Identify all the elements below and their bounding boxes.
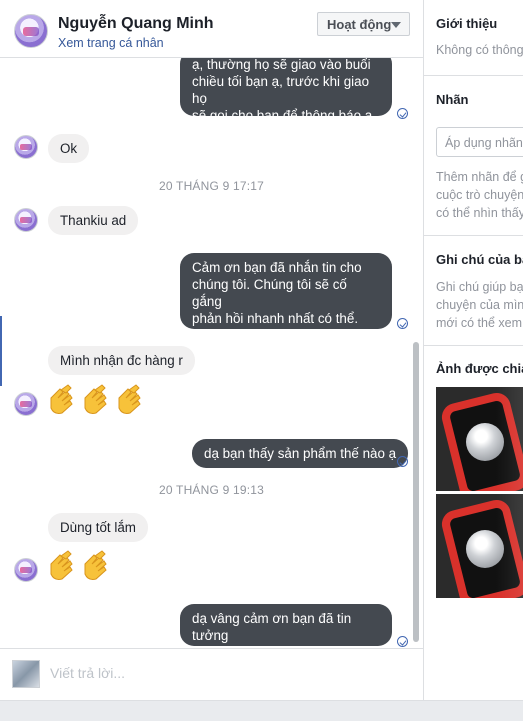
contact-name[interactable]: Nguyễn Quang Minh (58, 15, 214, 33)
intro-title: Giới thiệu (436, 16, 498, 31)
clapping-hands-emoji-icon (48, 384, 150, 416)
intro-section: Giới thiệu Không có thông (424, 0, 523, 76)
incoming-message[interactable]: Thankiu ad (48, 206, 139, 235)
clapping-hands-emoji-icon (48, 550, 116, 582)
contact-avatar-small[interactable] (14, 558, 38, 582)
shared-photo[interactable] (436, 387, 523, 491)
page-avatar (12, 660, 40, 688)
outgoing-message[interactable]: ạ, thường họ sẽ giao vào buổi chiều tối … (180, 58, 392, 123)
view-profile-link[interactable]: Xem trang cá nhân (58, 36, 164, 50)
conversation-panel: Nguyễn Quang Minh Xem trang cá nhân Hoạt… (0, 0, 423, 721)
intro-text: Không có thông (436, 43, 523, 57)
outgoing-message[interactable]: dạ vâng cảm ơn bạn đã tin tưởng và ủng h… (180, 604, 392, 648)
message-list[interactable]: ạ, thường họ sẽ giao vào buổi chiều tối … (0, 58, 423, 648)
outgoing-message[interactable]: dạ bạn thấy sản phẩm thế nào ạ (192, 439, 409, 468)
incoming-message[interactable]: Dùng tốt lắm (48, 513, 148, 542)
seen-check-icon (397, 108, 408, 119)
incoming-message[interactable]: Ok (48, 134, 90, 163)
incoming-message[interactable]: Mình nhận đc hàng r (48, 346, 195, 375)
shared-photos-title: Ảnh được chia s (436, 361, 523, 376)
contact-info-panel: Giới thiệu Không có thông Nhãn Thêm nhãn… (423, 0, 523, 700)
contact-avatar-small[interactable] (14, 392, 38, 416)
message-timestamp: 20 THÁNG 9 19:13 (158, 483, 265, 497)
message-timestamp: 20 THÁNG 9 17:17 (158, 179, 265, 193)
selection-indicator (0, 316, 2, 386)
contact-avatar-small[interactable] (14, 135, 38, 159)
status-dropdown[interactable]: Hoạt động (317, 12, 410, 36)
chevron-down-icon (391, 22, 401, 28)
notes-section: Ghi chú của bạn Ghi chú giúp bạn chuyện … (424, 236, 523, 346)
window-bottom-bar (0, 700, 523, 721)
notes-title: Ghi chú của bạn (436, 252, 523, 267)
status-dropdown-label: Hoạt động (327, 17, 392, 32)
seen-check-icon (397, 456, 408, 467)
reply-input[interactable]: Viết trả lời... (50, 665, 125, 681)
contact-avatar[interactable] (14, 14, 48, 48)
message-scrollbar[interactable] (413, 342, 419, 642)
conversation-header: Nguyễn Quang Minh Xem trang cá nhân Hoạt… (0, 0, 423, 58)
reply-composer[interactable]: Viết trả lời... (0, 648, 423, 700)
labels-help-text: Thêm nhãn để g cuộc trò chuyện có thể nh… (436, 170, 523, 220)
seen-check-icon (397, 636, 408, 647)
contact-avatar-small[interactable] (14, 208, 38, 232)
outgoing-message[interactable]: Cảm ơn bạn đã nhắn tin cho chúng tôi. Ch… (180, 253, 392, 343)
shared-photo[interactable] (436, 494, 523, 598)
seen-check-icon (397, 318, 408, 329)
apply-label-input[interactable]: Áp dụng nhãn... (436, 127, 523, 157)
notes-text: Ghi chú giúp bạn chuyện của mìn mới có t… (436, 280, 523, 330)
labels-title: Nhãn (436, 92, 469, 107)
